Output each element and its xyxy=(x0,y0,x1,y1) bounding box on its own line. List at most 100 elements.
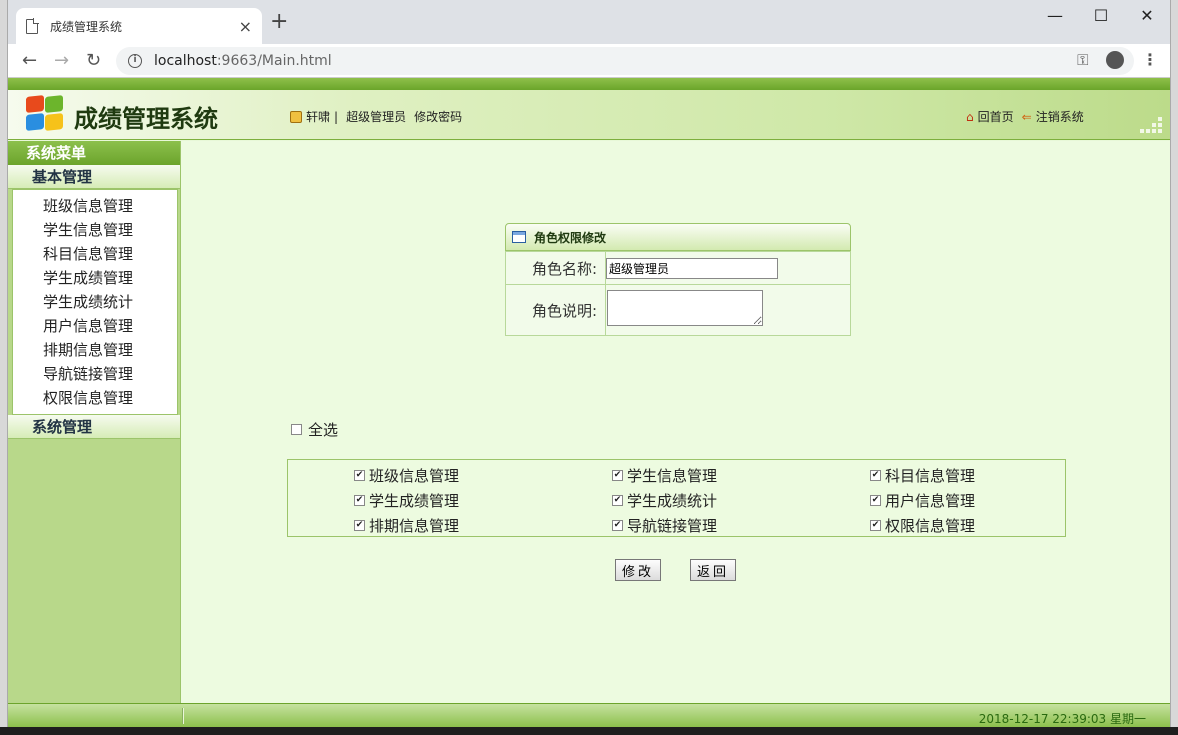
perm-checkbox[interactable]: ✔ xyxy=(870,495,881,506)
address-bar[interactable]: i localhost:9663/Main.html ⚿ ☆ xyxy=(116,47,1134,75)
perm-label: 用户信息管理 xyxy=(885,492,976,510)
perm-label: 权限信息管理 xyxy=(885,517,976,535)
status-bar: 2018-12-17 22:39:03 星期一 xyxy=(8,703,1170,727)
status-divider xyxy=(182,708,184,724)
sidebar-item-score[interactable]: 学生成绩管理 xyxy=(13,266,177,290)
perm-label: 科目信息管理 xyxy=(885,467,976,485)
perm-item[interactable]: ✔ 科目信息管理 xyxy=(870,465,975,486)
sidebar-item-schedule[interactable]: 排期信息管理 xyxy=(13,338,177,362)
logout-icon: ⇐ xyxy=(1021,109,1032,124)
user-separator: | xyxy=(334,109,339,124)
browser-toolbar: ← → ↻ i localhost:9663/Main.html ⚿ ☆ ⋮ xyxy=(8,44,1170,78)
decorative-dots-icon xyxy=(1140,117,1162,133)
back-button[interactable]: ← xyxy=(22,50,37,71)
select-all[interactable]: 全选 xyxy=(291,419,338,440)
reload-button[interactable]: ↻ xyxy=(86,50,101,71)
perm-checkbox[interactable]: ✔ xyxy=(612,470,623,481)
close-window-button[interactable]: ✕ xyxy=(1124,6,1170,25)
change-password-link[interactable]: 修改密码 xyxy=(414,108,462,125)
modify-button[interactable]: 修改 xyxy=(615,559,662,581)
select-all-checkbox[interactable] xyxy=(291,424,302,435)
sidebar-item-user[interactable]: 用户信息管理 xyxy=(13,314,177,338)
profile-icon[interactable] xyxy=(1106,51,1124,69)
sidebar-group-basic[interactable]: 基本管理 xyxy=(8,165,180,189)
perm-label: 导航链接管理 xyxy=(627,517,718,535)
table-icon xyxy=(512,231,526,243)
key-icon[interactable]: ⚿ xyxy=(1077,51,1088,69)
perm-checkbox[interactable]: ✔ xyxy=(612,520,623,531)
select-all-label: 全选 xyxy=(308,421,339,439)
browser-tab[interactable]: 成绩管理系统 × xyxy=(16,8,262,44)
perm-checkbox[interactable]: ✔ xyxy=(354,520,365,531)
panel-title-text: 角色权限修改 xyxy=(534,230,607,245)
perm-item[interactable]: ✔ 排期信息管理 xyxy=(354,515,459,536)
web-page: 成绩管理系统 轩啸 | 超级管理员 修改密码 ⌂ 回首页 ⇐ 注销系统 系统菜单… xyxy=(8,78,1170,727)
sidebar-item-student[interactable]: 学生信息管理 xyxy=(13,218,177,242)
user-role: 超级管理员 xyxy=(346,110,407,124)
browser-window: 成绩管理系统 × + — ☐ ✕ ← → ↻ i localhost:9663/… xyxy=(8,0,1170,727)
main-content: 角色权限修改 角色名称: 角色说明: 全选 ✔班 xyxy=(180,141,1170,703)
tab-bar: 成绩管理系统 × + — ☐ ✕ xyxy=(8,0,1170,44)
new-tab-button[interactable]: + xyxy=(270,11,288,33)
sidebar-item-class[interactable]: 班级信息管理 xyxy=(13,194,177,218)
status-datetime: 2018-12-17 22:39:03 星期一 xyxy=(978,712,1146,726)
back-button-form[interactable]: 返回 xyxy=(690,559,737,581)
minimize-button[interactable]: — xyxy=(1032,6,1078,25)
role-edit-panel: 角色权限修改 角色名称: 角色说明: xyxy=(505,223,851,336)
sidebar: 系统菜单 基本管理 班级信息管理 学生信息管理 科目信息管理 学生成绩管理 学生… xyxy=(8,141,180,703)
desktop-edge-left xyxy=(0,0,8,735)
user-name: 轩啸 xyxy=(306,110,331,124)
perm-item[interactable]: ✔ 班级信息管理 xyxy=(354,465,459,486)
tab-close-icon[interactable]: × xyxy=(239,17,252,36)
sidebar-list: 班级信息管理 学生信息管理 科目信息管理 学生成绩管理 学生成绩统计 用户信息管… xyxy=(12,189,178,415)
role-desc-textarea[interactable] xyxy=(607,290,763,326)
perm-item[interactable]: ✔ 学生成绩统计 xyxy=(612,490,717,511)
desktop-taskbar-edge xyxy=(0,727,1178,735)
perm-item[interactable]: ✔ 学生信息管理 xyxy=(612,465,717,486)
url-path: :9663/Main.html xyxy=(216,53,332,69)
forward-button[interactable]: → xyxy=(54,50,69,71)
app-header: 成绩管理系统 轩啸 | 超级管理员 修改密码 ⌂ 回首页 ⇐ 注销系统 xyxy=(8,90,1170,140)
sidebar-item-score-stats[interactable]: 学生成绩统计 xyxy=(13,290,177,314)
top-links: ⌂ 回首页 ⇐ 注销系统 xyxy=(966,108,1084,125)
perm-checkbox[interactable]: ✔ xyxy=(870,520,881,531)
page-icon xyxy=(26,17,39,34)
home-icon: ⌂ xyxy=(966,109,974,124)
sidebar-item-permission[interactable]: 权限信息管理 xyxy=(13,386,177,410)
desktop-edge-right xyxy=(1170,0,1178,735)
perm-item[interactable]: ✔ 导航链接管理 xyxy=(612,515,717,536)
perm-label: 学生信息管理 xyxy=(627,467,718,485)
permission-box: ✔ 班级信息管理 ✔ 学生信息管理 ✔ 科目信息管理 ✔ 学生成绩管理 ✔ 学生成绩统计 … xyxy=(287,459,1066,537)
perm-label: 学生成绩管理 xyxy=(369,492,460,510)
perm-checkbox[interactable]: ✔ xyxy=(612,495,623,506)
role-desc-label: 角色说明: xyxy=(505,284,606,336)
top-stripe xyxy=(8,78,1170,90)
perm-item[interactable]: ✔ 用户信息管理 xyxy=(870,490,975,511)
perm-checkbox[interactable]: ✔ xyxy=(870,470,881,481)
app-title: 成绩管理系统 xyxy=(74,105,218,133)
logout-link[interactable]: 注销系统 xyxy=(1036,108,1084,125)
perm-checkbox[interactable]: ✔ xyxy=(354,495,365,506)
user-bar: 轩啸 | 超级管理员 修改密码 xyxy=(290,108,462,125)
perm-label: 排期信息管理 xyxy=(369,517,460,535)
role-name-input[interactable] xyxy=(606,257,778,279)
info-icon[interactable]: i xyxy=(128,54,142,68)
maximize-button[interactable]: ☐ xyxy=(1078,6,1124,25)
user-icon xyxy=(290,110,302,123)
sidebar-item-subject[interactable]: 科目信息管理 xyxy=(13,242,177,266)
role-form: 角色名称: 角色说明: xyxy=(505,251,851,336)
perm-checkbox[interactable]: ✔ xyxy=(354,470,365,481)
home-link[interactable]: 回首页 xyxy=(978,108,1014,125)
role-name-label: 角色名称: xyxy=(505,251,606,285)
sidebar-item-navlink[interactable]: 导航链接管理 xyxy=(13,362,177,386)
perm-item[interactable]: ✔ 学生成绩管理 xyxy=(354,490,459,511)
sidebar-group-system[interactable]: 系统管理 xyxy=(8,415,180,439)
sidebar-title: 系统菜单 xyxy=(8,141,180,165)
windows-logo-icon xyxy=(20,94,64,134)
perm-label: 班级信息管理 xyxy=(369,467,460,485)
tab-title: 成绩管理系统 xyxy=(50,19,123,34)
panel-title: 角色权限修改 xyxy=(505,223,851,251)
perm-item[interactable]: ✔ 权限信息管理 xyxy=(870,515,975,536)
browser-menu-icon[interactable]: ⋮ xyxy=(1142,50,1158,69)
url-host: localhost xyxy=(154,53,217,69)
